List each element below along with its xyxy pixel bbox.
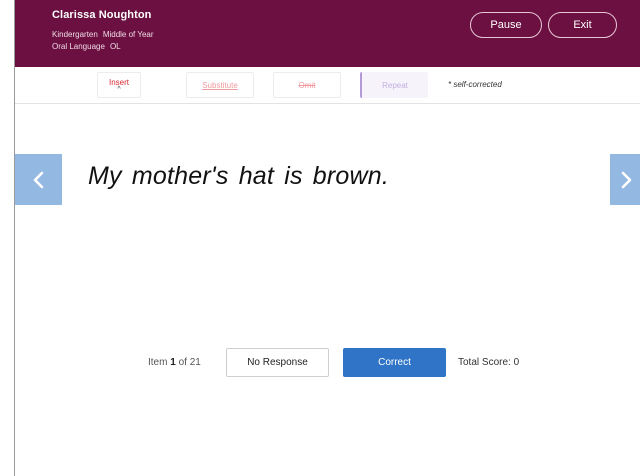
period-label: Middle of Year: [102, 30, 154, 39]
previous-item-button[interactable]: [15, 154, 62, 205]
subtest-line: Oral Language OL: [52, 42, 121, 51]
insert-caret-icon: ^: [117, 85, 121, 93]
item-label: Item: [148, 357, 168, 368]
total-score-value: 0: [513, 357, 520, 368]
insert-button[interactable]: Insert ^: [97, 72, 141, 98]
chevron-left-icon: [33, 171, 43, 188]
next-item-button[interactable]: [610, 154, 640, 205]
grade-label: Kindergarten: [52, 30, 98, 39]
correct-button[interactable]: Correct: [343, 348, 446, 377]
no-response-button[interactable]: No Response: [226, 348, 329, 377]
item-footer: Item 1 of 21 No Response Correct Total S…: [15, 348, 640, 378]
grade-period-line: Kindergarten Middle of Year: [52, 30, 154, 39]
error-marking-toolbar: Insert ^ Substitute Omit Repeat * self-c…: [15, 67, 640, 104]
pause-button[interactable]: Pause: [470, 12, 542, 38]
student-name: Clarissa Noughton: [52, 9, 152, 21]
item-counter: Item 1 of 21: [148, 357, 201, 368]
subtest-code: OL: [109, 42, 121, 51]
item-of: of: [178, 357, 187, 368]
subtest-label: Oral Language: [52, 42, 105, 51]
header-bar: Clarissa Noughton Kindergarten Middle of …: [15, 0, 640, 67]
chevron-right-icon: [621, 171, 631, 188]
repeat-button[interactable]: Repeat: [360, 72, 428, 98]
assessment-frame: Clarissa Noughton Kindergarten Middle of …: [14, 0, 640, 476]
item-sentence[interactable]: My mother's hat is brown.: [88, 162, 389, 191]
exit-button[interactable]: Exit: [548, 12, 617, 38]
total-score-label: Total Score:: [458, 357, 511, 368]
total-score: Total Score: 0: [458, 357, 519, 368]
self-corrected-note: * self-corrected: [448, 80, 502, 89]
substitute-button[interactable]: Substitute: [186, 72, 254, 98]
item-current: 1: [170, 357, 176, 368]
item-total: 21: [189, 357, 201, 368]
omit-button[interactable]: Omit: [273, 72, 341, 98]
